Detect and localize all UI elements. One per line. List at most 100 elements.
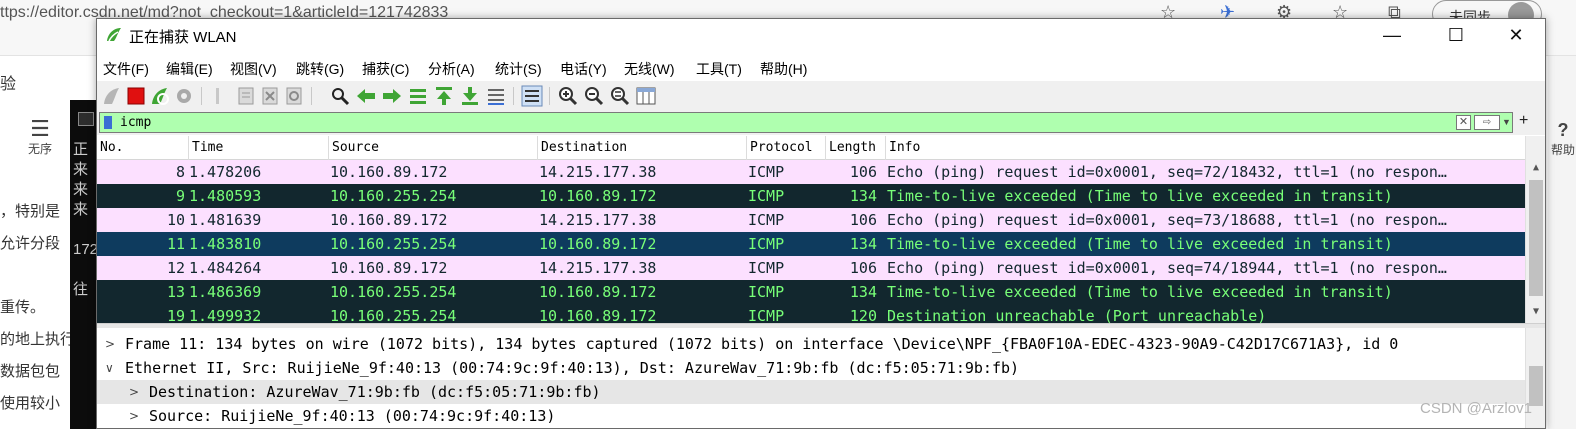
find-packet-icon[interactable] xyxy=(329,85,351,107)
chevron-right-icon[interactable]: > xyxy=(129,404,139,428)
menu-tools[interactable]: 工具(T) xyxy=(696,59,742,79)
list-icon: ☰ xyxy=(30,116,50,141)
packet-row[interactable]: 12 1.484264 10.160.89.172 14.215.177.38 ICMP… xyxy=(97,256,1525,280)
packet-cell-no: 8 xyxy=(175,163,185,181)
open-file-icon[interactable] xyxy=(211,85,233,107)
title-bar[interactable]: 正在捕获 WLAN — ☐ ✕ xyxy=(97,19,1545,51)
packet-list-rows: 8 1.478206 10.160.89.172 14.215.177.38 ICMP 1… xyxy=(97,160,1525,323)
scroll-up-icon[interactable]: ▲ xyxy=(1526,162,1545,178)
add-filter-button[interactable]: + xyxy=(1519,112,1528,130)
menu-statistics[interactable]: 统计(S) xyxy=(495,59,542,79)
console-line: 往 xyxy=(73,281,89,298)
menu-help[interactable]: 帮助(H) xyxy=(760,59,807,79)
packet-row[interactable]: 10 1.481639 10.160.89.172 14.215.177.38 ICMP… xyxy=(97,208,1525,232)
packet-cell-no: 11 xyxy=(166,235,185,253)
menu-analyze[interactable]: 分析(A) xyxy=(428,59,475,79)
close-file-icon[interactable] xyxy=(259,85,281,107)
apply-filter-icon[interactable]: ⇨ xyxy=(1474,115,1500,130)
scroll-down-icon[interactable]: ▼ xyxy=(1526,306,1545,322)
help-button[interactable]: ? 帮助 xyxy=(1550,120,1576,158)
packet-cell-src: 10.160.255.254 xyxy=(330,235,457,253)
go-back-icon[interactable] xyxy=(355,85,377,107)
packet-cell-dst: 10.160.89.172 xyxy=(539,187,657,205)
column-header-length[interactable]: Length xyxy=(826,136,886,160)
column-header-source[interactable]: Source xyxy=(329,136,538,160)
menu-file[interactable]: 文件(F) xyxy=(103,59,149,79)
column-header-info[interactable]: Info xyxy=(886,136,1525,160)
toolbar-separator xyxy=(311,87,312,105)
article-line: 的地上执行 xyxy=(0,331,76,348)
column-header-no[interactable]: No. xyxy=(97,136,189,160)
minimize-button[interactable]: — xyxy=(1369,19,1415,51)
packet-details: > Frame 11: 134 bytes on wire (1072 bits)… xyxy=(97,328,1545,428)
menu-capture[interactable]: 捕获(C) xyxy=(362,59,409,79)
packet-cell-dst: 10.160.89.172 xyxy=(539,283,657,301)
colorize-icon[interactable] xyxy=(521,85,543,107)
save-file-icon[interactable] xyxy=(235,85,257,107)
packet-cell-proto: ICMP xyxy=(748,163,785,181)
packet-row-selected[interactable]: 11 1.483810 10.160.255.254 10.160.89.172 ICM… xyxy=(97,232,1525,256)
packet-row[interactable]: 19 1.499932 10.160.255.254 10.160.89.172 ICM… xyxy=(97,304,1525,323)
packet-cell-dst: 10.160.89.172 xyxy=(539,235,657,253)
reload-file-icon[interactable] xyxy=(283,85,305,107)
window-title: 正在捕获 WLAN xyxy=(129,29,237,46)
detail-tree-item[interactable]: > Frame 11: 134 bytes on wire (1072 bits)… xyxy=(97,332,1525,356)
packet-row[interactable]: 8 1.478206 10.160.89.172 14.215.177.38 ICMP 1… xyxy=(97,160,1525,184)
editor-right-pane xyxy=(1548,56,1576,429)
packet-cell-info: Echo (ping) request id=0x0001, seq=74/18… xyxy=(887,259,1447,277)
toc-button[interactable]: ☰ 无序 xyxy=(20,118,60,157)
help-label: 帮助 xyxy=(1550,143,1575,157)
menu-go[interactable]: 跳转(G) xyxy=(296,59,344,79)
menu-telephony[interactable]: 电话(Y) xyxy=(560,59,607,79)
console-line: 来 xyxy=(73,181,89,198)
stop-capture-icon[interactable] xyxy=(125,85,147,107)
menu-view[interactable]: 视图(V) xyxy=(230,59,277,79)
chevron-right-icon[interactable]: > xyxy=(129,380,139,404)
go-to-packet-icon[interactable] xyxy=(407,85,429,107)
column-header-time[interactable]: Time xyxy=(189,136,329,160)
packet-row[interactable]: 13 1.486369 10.160.255.254 10.160.89.172 ICM… xyxy=(97,280,1525,304)
zoom-normal-icon[interactable] xyxy=(609,85,631,107)
menu-edit[interactable]: 编辑(E) xyxy=(166,59,213,79)
packet-cell-proto: ICMP xyxy=(748,235,785,253)
resize-columns-icon[interactable] xyxy=(635,85,657,107)
autoscroll-icon[interactable] xyxy=(485,85,507,107)
chevron-right-icon[interactable]: > xyxy=(105,332,115,356)
packet-row[interactable]: 9 1.480593 10.160.255.254 10.160.89.172 ICMP… xyxy=(97,184,1525,208)
detail-tree-item[interactable]: > Destination: AzureWav_71:9b:fb (dc:f5:0… xyxy=(97,380,1525,404)
clear-filter-icon[interactable]: ✕ xyxy=(1456,115,1471,130)
shark-fin-start-icon[interactable] xyxy=(101,85,123,107)
article-line: 数据包包 xyxy=(0,363,61,380)
go-last-icon[interactable] xyxy=(459,85,481,107)
display-filter-input[interactable]: icmp ✕ ⇨ ▼ xyxy=(99,112,1513,133)
packet-cell-time: 1.478206 xyxy=(189,163,262,181)
packet-cell-proto: ICMP xyxy=(748,259,785,277)
close-button[interactable]: ✕ xyxy=(1493,19,1539,51)
capture-options-icon[interactable] xyxy=(173,85,195,107)
display-filter-bar: icmp ✕ ⇨ ▼ + xyxy=(97,111,1545,135)
restart-capture-icon[interactable] xyxy=(149,85,171,107)
chevron-down-icon[interactable]: ▼ xyxy=(1502,115,1512,130)
filter-bookmark-icon[interactable] xyxy=(104,116,112,129)
maximize-button[interactable]: ☐ xyxy=(1433,19,1479,51)
detail-tree-item[interactable]: ∨ Ethernet II, Src: RuijieNe_9f:40:13 (00… xyxy=(97,356,1525,380)
article-line: ，特别是 xyxy=(0,203,61,220)
scroll-thumb[interactable] xyxy=(1529,180,1543,296)
console-window: 正 来 来 来 172 往 xyxy=(70,100,96,429)
packet-cell-dst: 14.215.177.38 xyxy=(539,211,657,229)
menu-wireless[interactable]: 无线(W) xyxy=(624,59,675,79)
zoom-in-icon[interactable] xyxy=(557,85,579,107)
detail-tree-item[interactable]: > Source: RuijieNe_9f:40:13 (00:74:9c:9f:… xyxy=(97,404,1525,428)
packet-cell-time: 1.480593 xyxy=(189,187,262,205)
detail-text: Source: RuijieNe_9f:40:13 (00:74:9c:9f:4… xyxy=(149,407,556,425)
column-header-protocol[interactable]: Protocol xyxy=(747,136,826,160)
toolbar-separator xyxy=(549,87,550,105)
packet-cell-proto: ICMP xyxy=(748,187,785,205)
packet-cell-time: 1.483810 xyxy=(189,235,262,253)
go-first-icon[interactable] xyxy=(433,85,455,107)
column-header-destination[interactable]: Destination xyxy=(538,136,747,160)
chevron-down-icon[interactable]: ∨ xyxy=(105,356,114,380)
go-forward-icon[interactable] xyxy=(381,85,403,107)
zoom-out-icon[interactable] xyxy=(583,85,605,107)
packet-list-scrollbar[interactable]: ▲ ▼ xyxy=(1525,136,1545,323)
